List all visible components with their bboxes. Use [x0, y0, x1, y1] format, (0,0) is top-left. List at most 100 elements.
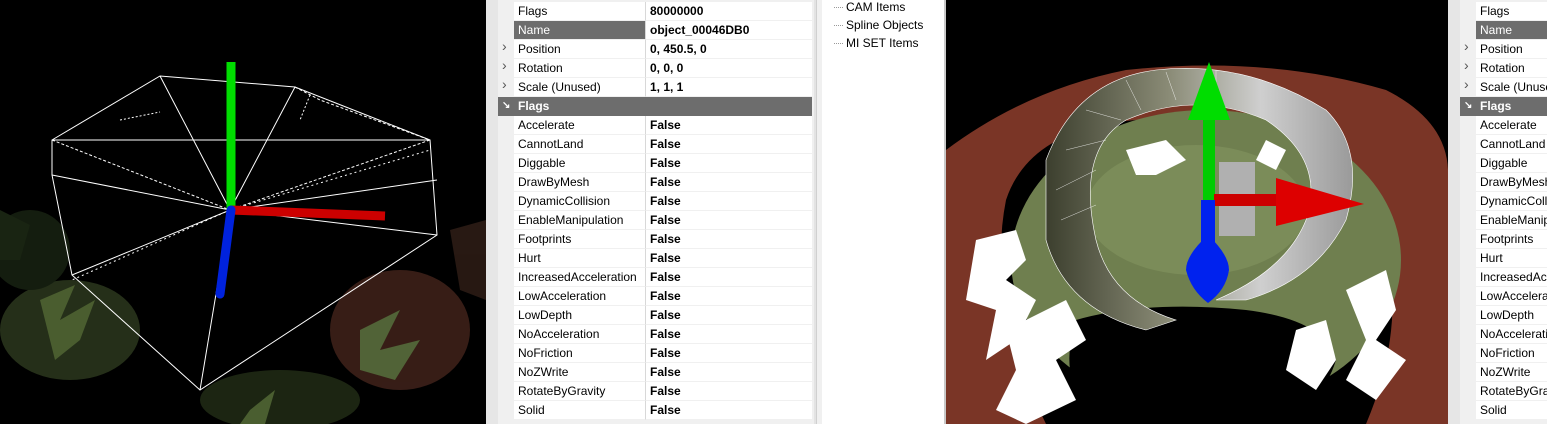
property-value[interactable]: object_00046DB0 — [645, 21, 812, 40]
property-row[interactable]: LowDepth False — [498, 306, 812, 325]
property-row[interactable]: Accelerate False — [498, 116, 812, 135]
property-name: LowAcceleration — [514, 287, 645, 306]
property-name: IncreasedAcceleration — [514, 268, 645, 287]
property-row[interactable]: NoZWrite — [1460, 363, 1547, 382]
tree-item[interactable]: CAM Items — [834, 0, 905, 16]
property-row[interactable]: › Scale (Unused) — [1460, 77, 1547, 97]
property-row[interactable]: Footprints — [1460, 230, 1547, 249]
property-row[interactable]: Name object_00046DB0 — [498, 21, 812, 40]
chevron-right-icon: › — [1464, 57, 1469, 73]
property-value[interactable]: 0, 450.5, 0 — [645, 40, 812, 59]
property-row[interactable]: NoFriction — [1460, 344, 1547, 363]
property-name: DynamicCollision — [514, 192, 645, 211]
property-name: Flags — [1476, 2, 1547, 21]
expand-toggle[interactable]: › — [498, 77, 514, 97]
chevron-right-icon: › — [502, 57, 507, 73]
expand-toggle[interactable]: › — [1460, 77, 1476, 97]
tree-item-label: Spline Objects — [846, 18, 924, 32]
property-row[interactable]: Solid — [1460, 401, 1547, 420]
property-row[interactable]: LowAcceleration — [1460, 287, 1547, 306]
category-label: Flags — [1480, 99, 1512, 113]
property-value[interactable]: 1, 1, 1 — [645, 78, 812, 97]
property-value[interactable]: False — [645, 249, 812, 268]
property-row[interactable]: Diggable False — [498, 154, 812, 173]
property-row[interactable]: DynamicCollision False — [498, 192, 812, 211]
property-row[interactable]: IncreasedAcceleration False — [498, 268, 812, 287]
property-name: Accelerate — [514, 116, 645, 135]
property-value[interactable]: False — [645, 211, 812, 230]
property-row[interactable]: Footprints False — [498, 230, 812, 249]
property-row[interactable]: NoAcceleration — [1460, 325, 1547, 344]
property-name: Hurt — [514, 249, 645, 268]
row-gutter — [1460, 211, 1476, 230]
category-label: Flags — [518, 99, 550, 113]
tree-connector — [834, 25, 843, 27]
collapse-toggle[interactable]: ↘ — [498, 97, 514, 116]
property-row[interactable]: Accelerate — [1460, 116, 1547, 135]
viewport-wireframe[interactable] — [0, 0, 486, 424]
property-row[interactable]: › Position 0, 450.5, 0 — [498, 39, 812, 59]
property-value[interactable]: False — [645, 325, 812, 344]
property-row[interactable]: RotateByGravity — [1460, 382, 1547, 401]
property-row[interactable]: › Rotation 0, 0, 0 — [498, 57, 812, 78]
property-row[interactable]: Solid False — [498, 401, 812, 420]
property-row[interactable]: EnableManipulation False — [498, 211, 812, 230]
property-name: Scale (Unused) — [514, 78, 645, 97]
property-value[interactable]: 80000000 — [645, 2, 812, 21]
collapse-toggle[interactable]: ↘ — [1460, 97, 1476, 116]
property-row[interactable]: › Scale (Unused) 1, 1, 1 — [498, 77, 812, 97]
viewport-solid[interactable] — [946, 0, 1448, 424]
property-row[interactable]: Diggable — [1460, 154, 1547, 173]
property-row[interactable]: CannotLand False — [498, 135, 812, 154]
property-value[interactable]: False — [645, 306, 812, 325]
property-value[interactable]: False — [645, 344, 812, 363]
tree-item[interactable]: MI SET Items — [834, 34, 918, 52]
property-value[interactable]: False — [645, 230, 812, 249]
row-gutter — [1460, 382, 1476, 401]
property-value[interactable]: False — [645, 382, 812, 401]
property-row[interactable]: EnableManipulation — [1460, 211, 1547, 230]
property-row[interactable]: LowAcceleration False — [498, 287, 812, 306]
property-row[interactable]: Flags — [1460, 2, 1547, 21]
property-row[interactable]: CannotLand — [1460, 135, 1547, 154]
property-value[interactable]: False — [645, 287, 812, 306]
property-row[interactable]: Hurt False — [498, 249, 812, 268]
property-name: Footprints — [514, 230, 645, 249]
property-value[interactable]: False — [645, 363, 812, 382]
property-grid-right[interactable]: FlagsName›Position›Rotation›Scale (Unuse… — [1448, 0, 1547, 424]
category-row-flags[interactable]: ↘ Flags — [1460, 97, 1547, 116]
property-value[interactable]: False — [645, 192, 812, 211]
property-row[interactable]: NoZWrite False — [498, 363, 812, 382]
property-value[interactable]: False — [645, 135, 812, 154]
tree-item[interactable]: Spline Objects — [834, 16, 923, 34]
property-row[interactable]: Hurt — [1460, 249, 1547, 268]
property-value[interactable]: False — [645, 268, 812, 287]
property-value[interactable]: False — [645, 154, 812, 173]
row-gutter — [1460, 268, 1476, 287]
property-value[interactable]: False — [645, 173, 812, 192]
property-row[interactable]: › Position — [1460, 39, 1547, 59]
property-row[interactable]: LowDepth — [1460, 306, 1547, 325]
row-gutter — [1460, 230, 1476, 249]
property-row[interactable]: RotateByGravity False — [498, 382, 812, 401]
row-gutter — [1460, 116, 1476, 135]
property-value[interactable]: False — [645, 116, 812, 135]
property-row[interactable]: DrawByMesh False — [498, 173, 812, 192]
property-row[interactable]: › Rotation — [1460, 57, 1547, 78]
property-row[interactable]: IncreasedAcceleration — [1460, 268, 1547, 287]
chevron-down-icon: ↘ — [502, 100, 511, 111]
property-grid-left[interactable]: Flags 80000000 Name object_00046DB0 › Positio… — [486, 0, 816, 424]
property-row[interactable]: DrawByMesh — [1460, 173, 1547, 192]
row-gutter — [498, 116, 514, 135]
category-row-flags[interactable]: ↘ Flags — [498, 97, 812, 116]
property-row[interactable]: DynamicCollision — [1460, 192, 1547, 211]
property-row[interactable]: Flags 80000000 — [498, 2, 812, 21]
object-tree[interactable]: CAM Items Spline Objects MI SET Items — [822, 0, 944, 424]
property-value[interactable]: False — [645, 401, 812, 420]
property-value[interactable]: 0, 0, 0 — [645, 59, 812, 78]
property-row[interactable]: Name — [1460, 21, 1547, 40]
property-name: LowAcceleration — [1476, 287, 1547, 306]
property-row[interactable]: NoFriction False — [498, 344, 812, 363]
property-row[interactable]: NoAcceleration False — [498, 325, 812, 344]
property-name: Rotation — [1476, 59, 1547, 78]
